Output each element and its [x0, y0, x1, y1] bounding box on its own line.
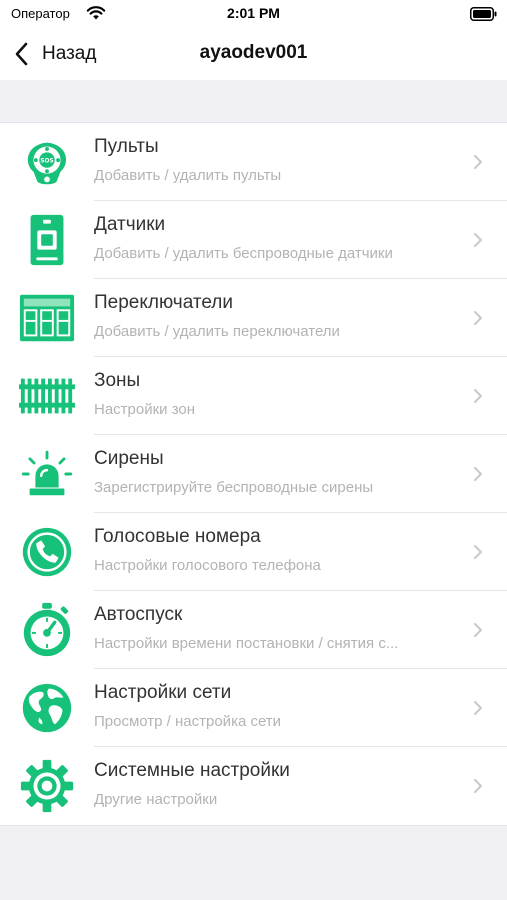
navigation-bar: Назад ayaodev001 — [0, 28, 507, 80]
remote-control-icon: SOS — [16, 133, 78, 191]
menu-item-zones[interactable]: Зоны Настройки зон — [0, 357, 507, 435]
settings-list: SOS Пульты Добавить / удалить пульты Дат… — [0, 122, 507, 826]
menu-item-network[interactable]: Настройки сети Просмотр / настройка сети — [0, 669, 507, 747]
menu-item-title: Датчики — [94, 214, 166, 235]
menu-item-subtitle: Настройки голосового телефона — [94, 557, 321, 574]
chevron-right-icon — [474, 155, 482, 169]
phone-icon — [16, 523, 78, 581]
menu-item-title: Сирены — [94, 448, 164, 469]
battery-icon — [470, 7, 497, 21]
menu-item-subtitle: Настройки времени постановки / снятия с.… — [94, 635, 399, 652]
menu-item-title: Системные настройки — [94, 760, 290, 781]
menu-item-subtitle: Просмотр / настройка сети — [94, 713, 282, 730]
menu-item-title: Зоны — [94, 370, 141, 391]
menu-item-sirens[interactable]: Сирены Зарегистрируйте беспроводные сире… — [0, 435, 507, 513]
menu-item-subtitle: Добавить / удалить беспроводные датчики — [94, 245, 393, 262]
menu-item-subtitle: Настройки зон — [94, 401, 196, 418]
chevron-right-icon — [474, 389, 482, 403]
menu-item-subtitle: Добавить / удалить переключатели — [94, 323, 340, 340]
globe-icon — [16, 679, 78, 737]
menu-item-sensors[interactable]: Датчики Добавить / удалить беспроводные … — [0, 201, 507, 279]
chevron-right-icon — [474, 233, 482, 247]
svg-text:SOS: SOS — [40, 158, 53, 164]
status-time: 2:01 PM — [227, 5, 280, 21]
chevron-right-icon — [474, 311, 482, 325]
menu-item-title: Пульты — [94, 136, 159, 157]
chevron-right-icon — [474, 623, 482, 637]
menu-item-autostart[interactable]: Автоспуск Настройки времени постановки /… — [0, 591, 507, 669]
menu-item-switches[interactable]: Переключатели Добавить / удалить переклю… — [0, 279, 507, 357]
gear-icon — [16, 757, 78, 815]
chevron-left-icon — [15, 42, 28, 66]
chevron-right-icon — [474, 545, 482, 559]
siren-icon — [16, 445, 78, 503]
menu-item-subtitle: Другие настройки — [94, 791, 218, 808]
menu-item-remotes[interactable]: SOS Пульты Добавить / удалить пульты — [0, 123, 507, 201]
back-button-label: Назад — [42, 43, 97, 64]
menu-item-subtitle: Добавить / удалить пульты — [94, 167, 282, 184]
menu-item-voice-numbers[interactable]: Голосовые номера Настройки голосового те… — [0, 513, 507, 591]
status-bar: Оператор 2:01 PM — [0, 0, 507, 28]
menu-item-system-settings[interactable]: Системные настройки Другие настройки — [0, 747, 507, 825]
sensor-icon — [16, 211, 78, 269]
zones-fence-icon — [16, 367, 78, 425]
switch-panel-icon — [16, 289, 78, 347]
menu-item-title: Голосовые номера — [94, 526, 261, 547]
chevron-right-icon — [474, 467, 482, 481]
menu-item-title: Настройки сети — [94, 682, 232, 703]
section-spacer — [0, 80, 507, 122]
chevron-right-icon — [474, 701, 482, 715]
menu-item-subtitle: Зарегистрируйте беспроводные сирены — [94, 479, 374, 496]
menu-item-title: Автоспуск — [94, 604, 183, 625]
menu-item-title: Переключатели — [94, 292, 233, 313]
back-button[interactable]: Назад — [14, 39, 96, 69]
chevron-right-icon — [474, 779, 482, 793]
stopwatch-icon — [16, 601, 78, 659]
